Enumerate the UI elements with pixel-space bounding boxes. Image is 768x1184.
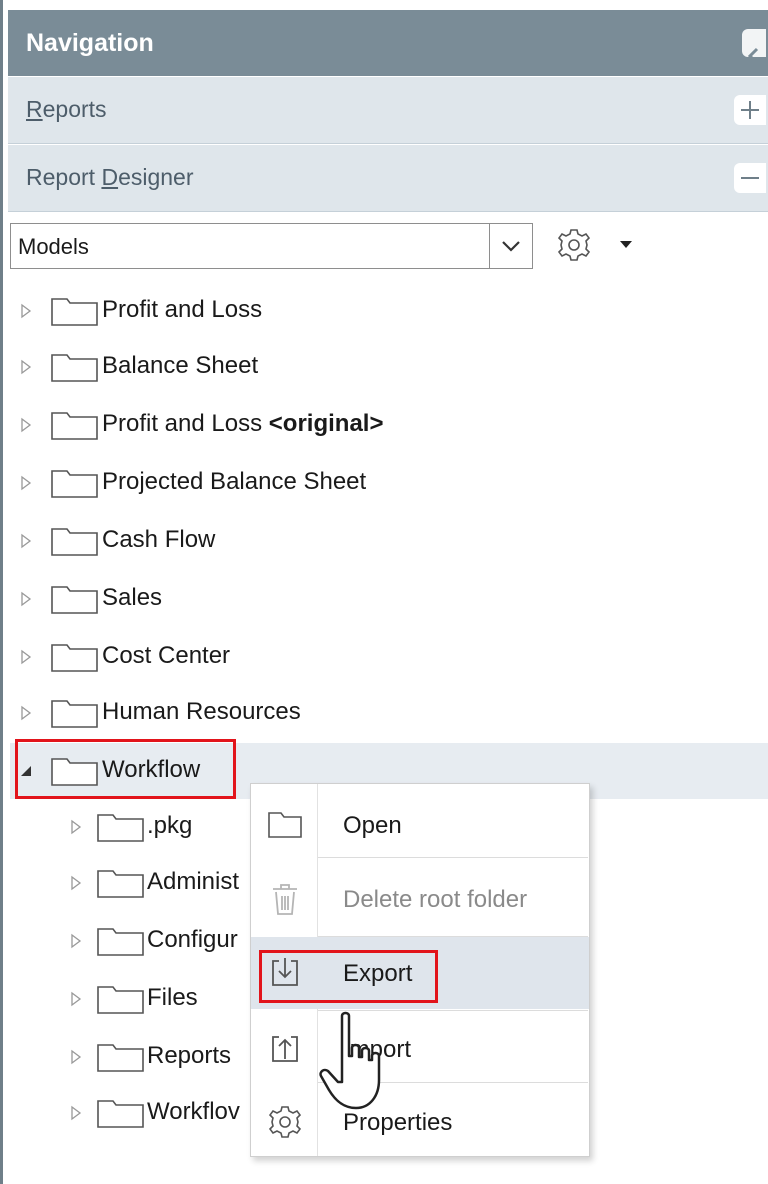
expand-arrow-icon[interactable] <box>18 647 34 667</box>
tree-item-label: Configur <box>147 926 238 953</box>
tree-item-cost-center[interactable]: Cost Center <box>10 629 768 685</box>
caret-down-icon[interactable] <box>616 232 636 256</box>
folder-icon <box>51 412 98 440</box>
tree-item-label: Administ <box>147 868 240 895</box>
folder-icon <box>97 986 144 1014</box>
expand-arrow-icon[interactable] <box>18 589 34 609</box>
tree-item-label: Workflov <box>147 1098 240 1125</box>
menu-item-properties[interactable]: Properties <box>251 1086 589 1158</box>
folder-icon <box>97 1044 144 1072</box>
export-highlight-box <box>259 950 438 1003</box>
menu-item-label: Open <box>343 812 402 839</box>
expand-reports-button[interactable] <box>734 95 766 125</box>
chevron-left-icon <box>747 47 759 65</box>
tree-item-label: Files <box>147 984 198 1011</box>
folder-icon <box>97 928 144 956</box>
navigation-title: Navigation <box>26 29 154 57</box>
tree-item-label: Human Resources <box>102 698 301 725</box>
menu-item-label: Delete root folder <box>343 886 528 913</box>
gear-icon[interactable] <box>554 225 594 265</box>
tree-item-label: Profit and Loss <original> <box>102 410 384 437</box>
folder-icon <box>97 1100 144 1128</box>
expand-arrow-icon[interactable] <box>68 873 84 893</box>
folder-icon <box>51 644 98 672</box>
section-report-designer-label: Report Designer <box>26 164 194 190</box>
tree-item-profit-and-loss[interactable]: Profit and Loss <box>10 283 768 339</box>
folder-icon <box>51 528 98 556</box>
plus-icon <box>741 101 759 119</box>
tree-item-label: Cash Flow <box>102 526 216 553</box>
section-report-designer[interactable]: Report Designer <box>8 145 768 212</box>
models-select-value: Models <box>18 234 89 259</box>
menu-item-open[interactable]: Open <box>251 789 589 861</box>
chevron-down-icon <box>502 241 520 252</box>
tree-item-label: Cost Center <box>102 642 231 669</box>
folder-icon <box>51 700 98 728</box>
expand-arrow-icon[interactable] <box>18 703 34 723</box>
workflow-highlight-box <box>15 739 236 799</box>
expand-arrow-icon[interactable] <box>18 531 34 551</box>
expand-arrow-icon[interactable] <box>68 1047 84 1067</box>
tree-item-label: .pkg <box>147 812 193 839</box>
tree-item-label: Projected Balance Sheet <box>102 468 367 495</box>
tree-item-sales[interactable]: Sales <box>10 571 768 627</box>
import-icon <box>272 1036 298 1062</box>
gear-icon <box>268 1106 302 1138</box>
minus-icon <box>741 177 759 179</box>
folder-icon <box>268 812 302 838</box>
collapse-report-designer-button[interactable] <box>734 163 766 193</box>
expand-arrow-icon[interactable] <box>18 357 34 377</box>
expand-arrow-icon[interactable] <box>68 1103 84 1123</box>
expand-arrow-icon[interactable] <box>68 989 84 1009</box>
expand-arrow-icon[interactable] <box>18 415 34 435</box>
folder-icon <box>51 298 98 326</box>
tree-item-label: Sales <box>102 584 163 611</box>
tree-item-label: Balance Sheet <box>102 352 259 379</box>
models-dropdown-button[interactable] <box>489 224 532 268</box>
section-reports-label: Reports <box>26 96 107 122</box>
tree-item-balance-sheet[interactable]: Balance Sheet <box>10 339 768 395</box>
expand-arrow-icon[interactable] <box>18 473 34 493</box>
left-border <box>0 0 3 1184</box>
expand-arrow-icon[interactable] <box>18 301 34 321</box>
folder-icon <box>51 470 98 498</box>
folder-icon <box>51 354 98 382</box>
tree-item-cash-flow[interactable]: Cash Flow <box>10 513 768 569</box>
tree-item-profit-and-loss-original[interactable]: Profit and Loss <original> <box>10 397 768 453</box>
original-tag: <original> <box>268 410 384 437</box>
tree-item-projected-balance-sheet[interactable]: Projected Balance Sheet <box>10 455 768 511</box>
section-reports[interactable]: Reports <box>8 77 768 144</box>
folder-icon <box>51 586 98 614</box>
navigation-header: Navigation <box>8 10 768 76</box>
menu-separator <box>318 857 588 858</box>
menu-item-import[interactable]: Import <box>251 1013 589 1085</box>
folder-icon <box>97 870 144 898</box>
hand-cursor-icon <box>319 1011 381 1110</box>
expand-arrow-icon[interactable] <box>68 817 84 837</box>
expand-arrow-icon[interactable] <box>68 931 84 951</box>
menu-item-delete-root-folder[interactable]: Delete root folder <box>251 863 589 935</box>
folder-icon <box>97 814 144 842</box>
models-select[interactable]: Models <box>10 223 533 269</box>
tree-item-human-resources[interactable]: Human Resources <box>10 685 768 741</box>
trash-icon <box>273 884 297 915</box>
tree-item-label: Reports <box>147 1042 232 1069</box>
tree-item-label: Profit and Loss <box>102 296 263 323</box>
collapse-panel-button[interactable] <box>742 29 766 65</box>
